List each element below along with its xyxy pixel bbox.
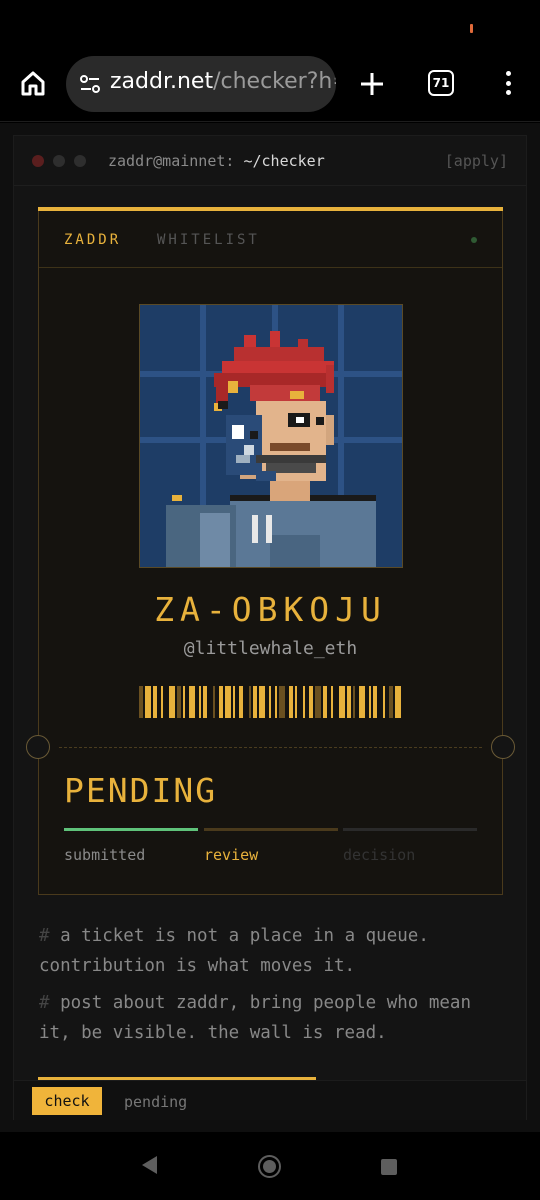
- barcode-bar: [373, 686, 377, 718]
- barcode-bar: [225, 686, 231, 718]
- terminal-window: zaddr@mainnet: ~/checker [apply] ZADDR W…: [13, 135, 527, 1120]
- barcode-bar: [219, 686, 223, 718]
- pending-tab[interactable]: pending: [124, 1093, 187, 1111]
- barcode-bar: [169, 686, 175, 718]
- card-header: ZADDR WHITELIST: [39, 210, 502, 268]
- prompt-path: ~/checker: [243, 152, 325, 170]
- barcode-bar: [199, 686, 201, 718]
- whitelist-ticket-card: ZADDR WHITELIST ZA-OBKOJU @littlewhale_e…: [26, 207, 515, 895]
- barcode-bar: [389, 686, 393, 718]
- recording-indicator-icon: [470, 24, 473, 33]
- window-maximize-dot-icon: [74, 155, 86, 167]
- barcode-bar: [239, 686, 243, 718]
- barcode-bar: [259, 686, 265, 718]
- recent-apps-icon[interactable]: [381, 1159, 397, 1175]
- ticket-notch-right: [491, 735, 515, 759]
- system-navigation-bar: [0, 1132, 540, 1200]
- home-button-icon[interactable]: [258, 1155, 281, 1178]
- barcode-bar: [331, 686, 333, 718]
- barcode-bar: [309, 686, 313, 718]
- perforation-line: [59, 747, 482, 748]
- ticket-type-label: WHITELIST: [157, 232, 260, 248]
- barcode-bar: [279, 686, 285, 718]
- barcode-bar: [383, 686, 385, 718]
- barcode-bar: [303, 686, 305, 718]
- info-note: # post about zaddr, bring people who mea…: [39, 988, 509, 1048]
- barcode-bar: [233, 686, 235, 718]
- barcode-bar: [395, 686, 401, 718]
- status-dot-icon: [471, 237, 477, 243]
- social-handle: @littlewhale_eth: [183, 638, 358, 659]
- terminal-header: zaddr@mainnet: ~/checker [apply]: [14, 136, 526, 186]
- barcode-bar: [177, 686, 181, 718]
- info-note: # a ticket is not a place in a queue. co…: [39, 921, 509, 981]
- barcode-bar: [183, 686, 185, 718]
- comment-prefix: #: [39, 993, 50, 1013]
- ticket-name: ZA-OBKOJU: [154, 590, 387, 629]
- more-menu-icon[interactable]: [498, 68, 518, 98]
- back-icon[interactable]: [142, 1156, 157, 1174]
- barcode-bar: [275, 686, 277, 718]
- barcode-bar: [203, 686, 207, 718]
- barcode: [139, 686, 401, 718]
- step-label-decision: decision: [343, 846, 416, 864]
- barcode-bar: [189, 686, 195, 718]
- step-label-review: review: [204, 846, 259, 864]
- barcode-bar: [369, 686, 371, 718]
- barcode-bar: [153, 686, 157, 718]
- status-title: PENDING: [64, 771, 218, 810]
- url-host: zaddr.net: [110, 69, 214, 94]
- site-settings-icon[interactable]: [78, 72, 102, 96]
- address-bar[interactable]: zaddr.net/checker?h=l: [66, 56, 336, 112]
- window-close-dot-icon: [32, 155, 44, 167]
- barcode-bar: [289, 686, 293, 718]
- barcode-bar: [145, 686, 151, 718]
- progress-step-review: [204, 828, 338, 831]
- comment-prefix: #: [39, 926, 50, 946]
- new-tab-icon[interactable]: [354, 66, 390, 102]
- barcode-bar: [353, 686, 355, 718]
- barcode-bar: [253, 686, 257, 718]
- page-content: zaddr@mainnet: ~/checker [apply] ZADDR W…: [0, 123, 540, 1132]
- browser-toolbar: zaddr.net/checker?h=l 71: [0, 48, 540, 122]
- note-text: post about zaddr, bring people who mean …: [39, 993, 471, 1043]
- barcode-bar: [269, 686, 271, 718]
- barcode-bar: [295, 686, 297, 718]
- terminal-footer-tabs: check pending: [14, 1080, 526, 1120]
- home-icon[interactable]: [16, 66, 50, 100]
- url-path: /checker?h=l: [213, 69, 336, 94]
- brand-label: ZADDR: [64, 232, 122, 248]
- tab-switcher-button[interactable]: 71: [428, 70, 454, 96]
- progress-step-decision: [343, 828, 477, 831]
- step-label-submitted: submitted: [64, 846, 146, 864]
- barcode-bar: [213, 686, 215, 718]
- ticket-notch-left: [26, 735, 50, 759]
- note-text: a ticket is not a place in a queue. cont…: [39, 926, 429, 976]
- barcode-bar: [139, 686, 143, 718]
- progress-step-submitted: [64, 828, 198, 831]
- barcode-bar: [339, 686, 345, 718]
- window-minimize-dot-icon: [53, 155, 65, 167]
- apply-link[interactable]: [apply]: [445, 152, 508, 170]
- barcode-bar: [347, 686, 351, 718]
- prompt-user: zaddr@mainnet:: [108, 152, 235, 170]
- barcode-bar: [249, 686, 251, 718]
- url-text[interactable]: zaddr.net/checker?h=l: [110, 69, 336, 94]
- status-bar: [0, 0, 540, 48]
- barcode-bar: [315, 686, 321, 718]
- terminal-prompt: zaddr@mainnet: ~/checker: [108, 152, 325, 170]
- check-tab[interactable]: check: [32, 1087, 102, 1115]
- barcode-bar: [359, 686, 365, 718]
- barcode-bar: [323, 686, 327, 718]
- barcode-bar: [161, 686, 163, 718]
- avatar: [139, 304, 403, 568]
